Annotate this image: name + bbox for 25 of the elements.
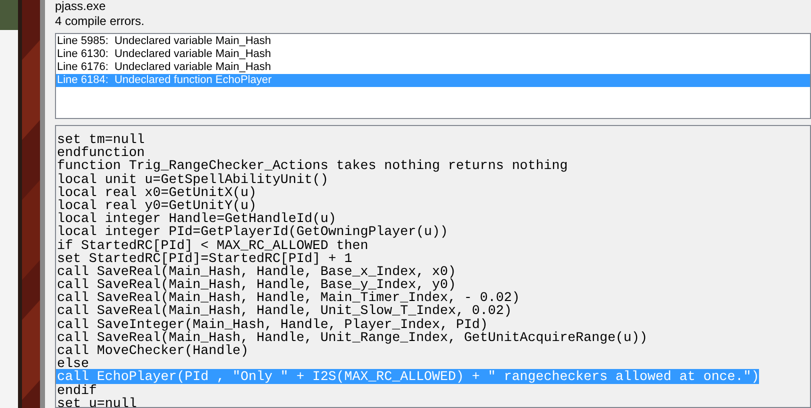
code-line: call SaveReal(Main_Hash, Handle, Base_x_Index, x0) [56, 264, 456, 279]
error-item[interactable]: Line 6176: Undeclared variable Main_Hash [56, 61, 810, 74]
code-line: endif [56, 382, 97, 398]
code-line: call SaveReal(Main_Hash, Handle, Unit_Range_Index, GetUnitAcquireRange(u)) [56, 330, 648, 345]
window-title: pjass.exe [55, 0, 107, 13]
summary-text: 4 compile errors. [55, 13, 146, 29]
code-line: function Trig_RangeChecker_Actions takes nothing returns nothing [56, 158, 568, 174]
error-item[interactable]: Line 5985: Undeclared variable Main_Hash [56, 35, 810, 48]
code-line: set u=null [56, 396, 137, 407]
code-line: call MoveChecker(Handle) [56, 343, 249, 358]
code-line: set StartedRC[PId]=StartedRC[PId] + 1 [56, 250, 352, 266]
code-line: local unit u=GetSpellAbilityUnit() [56, 172, 328, 187]
code-line: call SaveReal(Main_Hash, Handle, Unit_Slow_T_Index, 0.02) [56, 303, 512, 318]
code-line: call SaveInteger(Main_Hash, Handle, Player_Index, PId) [56, 316, 488, 332]
code-line: local real y0=GetUnitY(u) [56, 198, 256, 213]
code-line: else [56, 356, 89, 372]
code-line: local integer Handle=GetHandleId(u) [56, 211, 336, 226]
code-line: call SaveReal(Main_Hash, Handle, Base_y_Index, y0) [56, 277, 456, 292]
code-line: if StartedRC[PId] < MAX_RC_ALLOWED then [56, 238, 368, 252]
code-line: local real x0=GetUnitX(u) [56, 184, 256, 200]
code-line: local integer PId=GetPlayerId(GetOwningPlayer(u)) [56, 224, 448, 240]
code-line: set tm=null [56, 132, 145, 147]
code-line: endfunction [56, 145, 145, 160]
error-item[interactable]: Line 6130: Undeclared variable Main_Hash [56, 48, 810, 61]
code-line: call SaveReal(Main_Hash, Handle, Main_Timer_Index, - 0.02) [56, 290, 520, 306]
